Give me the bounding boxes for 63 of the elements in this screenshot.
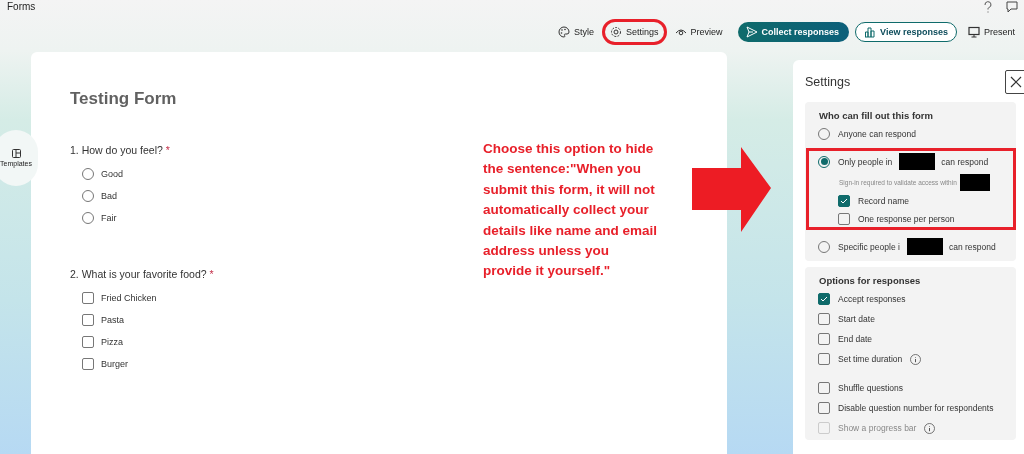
- chart-icon: [864, 26, 877, 38]
- option-label: can respond: [941, 156, 989, 167]
- checkbox[interactable]: [818, 313, 830, 325]
- checkbox[interactable]: [818, 333, 830, 345]
- option-label: Only people in: [838, 156, 893, 167]
- toolbar-button[interactable]: Style: [553, 22, 599, 42]
- toolbar-button[interactable]: Settings: [605, 22, 664, 42]
- option-label: Shuffle questions: [838, 383, 904, 393]
- checkbox[interactable]: [82, 292, 94, 304]
- option-label: Anyone can respond: [838, 129, 916, 139]
- question-text: 1. How do you feel? *: [70, 144, 170, 156]
- monitor-icon: [967, 26, 980, 38]
- palette-icon: [558, 26, 570, 38]
- option-label: Record name: [858, 196, 910, 206]
- app-title: Forms: [7, 1, 36, 12]
- check-icon: [840, 197, 848, 205]
- help-icon: [982, 1, 994, 13]
- option-label: Show a progress bar: [838, 423, 917, 433]
- section-heading: Options for responses: [819, 275, 922, 286]
- checkbox[interactable]: [818, 353, 830, 365]
- option-label: End date: [838, 334, 873, 344]
- panel-title: Settings: [805, 75, 851, 89]
- toolbar-button[interactable]: Preview: [669, 22, 728, 42]
- option-label: Disable question number for respondents: [838, 403, 994, 413]
- question-text: 2. What is your favorite food? *: [70, 268, 214, 280]
- feedback-icon: [1006, 1, 1018, 13]
- checkbox[interactable]: [818, 382, 830, 394]
- info-icon: [924, 422, 936, 434]
- send-icon: [745, 26, 758, 38]
- option-label: Pasta: [101, 315, 124, 325]
- layout-icon: [11, 149, 21, 158]
- checkbox[interactable]: [82, 358, 94, 370]
- annotation-text: Choose this option to hide the sentence:"When you submit this form, it will not automatically collect your details like name and email address unless you provide it yourself.": [483, 140, 659, 281]
- option-label: Fried Chicken: [101, 293, 157, 303]
- option-label: Specific people i: [838, 241, 900, 252]
- option-label: Bad: [101, 191, 117, 201]
- toolbar-button[interactable]: Present: [962, 22, 1020, 42]
- toolbar-button[interactable]: Collect responses: [737, 22, 850, 42]
- checkbox[interactable]: [82, 336, 94, 348]
- option-label: Good: [101, 169, 124, 179]
- gear-icon: [610, 26, 622, 38]
- checkbox[interactable]: [838, 195, 850, 207]
- section-heading: Who can fill out this form: [819, 110, 934, 121]
- toolbar-button[interactable]: View responses: [855, 22, 957, 42]
- close-icon: [1009, 76, 1022, 88]
- close-button[interactable]: [1005, 70, 1024, 94]
- option-label: Fair: [101, 213, 117, 223]
- checkbox[interactable]: [82, 314, 94, 326]
- option-label: One response per person: [858, 214, 955, 224]
- option-label: Burger: [101, 359, 128, 369]
- option-label: Start date: [838, 314, 875, 324]
- check-icon: [820, 295, 828, 303]
- option-label: can respond: [948, 241, 996, 252]
- option-label: Accept responses: [838, 294, 906, 304]
- form-title: Testing Form: [70, 89, 178, 109]
- info-icon: [910, 353, 922, 365]
- option-label: Pizza: [101, 337, 123, 347]
- checkbox[interactable]: [818, 402, 830, 414]
- option-label: Set time duration: [838, 354, 903, 364]
- eye-icon: [674, 26, 687, 38]
- checkbox[interactable]: [818, 293, 830, 305]
- redaction-block: [959, 174, 990, 191]
- checkbox[interactable]: [838, 213, 850, 225]
